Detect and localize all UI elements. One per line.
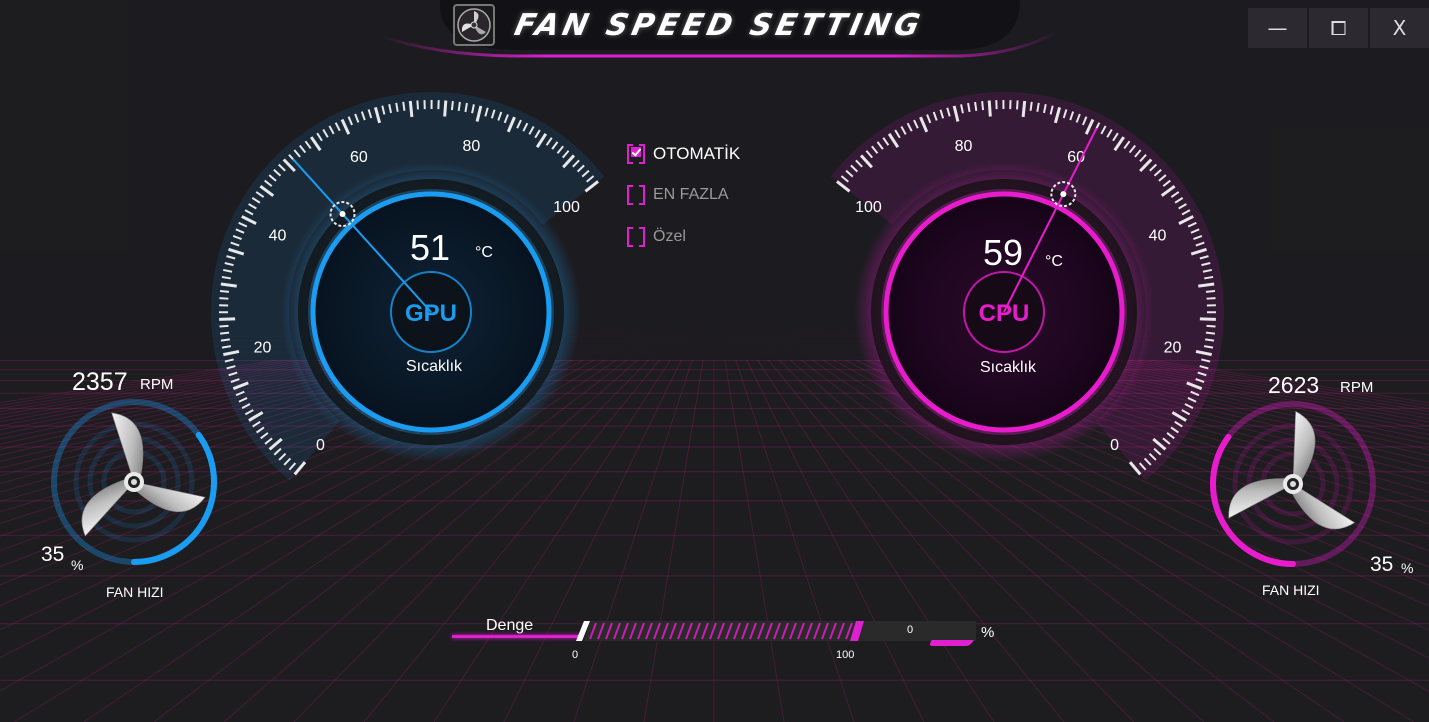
- mode-option-otomatik[interactable]: OTOMATİK: [627, 142, 740, 166]
- cpu-gauge: 020406080100CPU: [830, 92, 1224, 481]
- slider-min-label: 0: [572, 649, 579, 661]
- cpu-gauge-tick-label: 80: [955, 138, 973, 155]
- cpu-gauge-tick-label: 0: [1110, 437, 1119, 454]
- gpu-fan-rpm-unit: RPM: [140, 376, 174, 393]
- gpu-gauge-tick-label: 20: [254, 340, 272, 357]
- cpu-fan-label: FAN HIZI: [1262, 582, 1320, 598]
- mode-option-ozel[interactable]: Özel: [627, 225, 686, 249]
- close-button[interactable]: X: [1370, 8, 1429, 48]
- mode-option-label: Özel: [653, 228, 686, 245]
- cpu-temperature-label: Sıcaklık: [980, 359, 1037, 376]
- mode-option-label: EN FAZLA: [653, 186, 729, 203]
- cpu-temperature-value: 59: [983, 232, 1024, 273]
- fan-logo-icon: [457, 8, 491, 42]
- gpu-gauge-tick-label: 60: [350, 149, 368, 166]
- gpu-fan-percent-value: 35: [41, 543, 65, 566]
- cpu-fan: [1210, 401, 1376, 567]
- gpu-temperature-label: Sıcaklık: [406, 358, 463, 375]
- slider-max-label: 100: [836, 649, 855, 661]
- mode-option-en-fazla[interactable]: EN FAZLA: [627, 183, 729, 207]
- slider-unit: %: [981, 624, 995, 641]
- gpu-fan-percent-unit: %: [71, 557, 84, 573]
- app-title: FAN SPEED SETTING: [511, 8, 927, 43]
- gpu-gauge: 0 20 40 60 80 100 GPU: [211, 92, 605, 481]
- balance-slider[interactable]: [576, 621, 976, 641]
- gpu-gauge-chip-label: GPU: [405, 300, 457, 327]
- gauge-scene: 020406080100GPU020406080100CPU: [51, 0, 1376, 567]
- gpu-fan-label: FAN HIZI: [106, 584, 164, 600]
- ozel-checkbox[interactable]: [627, 227, 645, 247]
- gpu-temperature-value: 51: [410, 227, 451, 268]
- cpu-temperature-unit: °C: [1045, 253, 1063, 270]
- en-fazla-checkbox[interactable]: [627, 185, 645, 205]
- gpu-gauge-tick-label: 40: [269, 227, 287, 244]
- otomatik-checkbox[interactable]: [627, 144, 645, 164]
- mode-option-label: OTOMATİK: [653, 144, 741, 163]
- gpu-gauge-tick-label: 100: [553, 199, 580, 216]
- slider-label-underline: [452, 635, 582, 638]
- gpu-temperature-unit: °C: [475, 244, 493, 261]
- fan-blade-icon: [111, 412, 144, 483]
- gpu-gauge-tick-label: 80: [463, 138, 481, 155]
- cpu-fan-percent-value: 35: [1370, 553, 1394, 576]
- app-logo: [453, 4, 495, 46]
- gpu-fan: [51, 399, 217, 565]
- slider-value: 0: [907, 624, 914, 636]
- cpu-gauge-tick-label: 100: [855, 199, 882, 216]
- cpu-fan-rpm-unit: RPM: [1340, 379, 1374, 396]
- checkmark-icon: [631, 147, 641, 157]
- cpu-gauge-tick-label: 20: [1164, 340, 1182, 357]
- maximize-button[interactable]: ⧠: [1309, 8, 1368, 48]
- gpu-fan-rpm-value: 2357: [72, 368, 128, 396]
- cpu-fan-percent-unit: %: [1401, 560, 1414, 576]
- gpu-gauge-tick-label: 0: [316, 437, 325, 454]
- minimize-button[interactable]: —: [1248, 8, 1307, 48]
- slider-label: Denge: [486, 617, 534, 634]
- cpu-gauge-tick-label: 40: [1149, 227, 1167, 244]
- cpu-gauge-chip-label: CPU: [979, 300, 1030, 327]
- cpu-fan-rpm-value: 2623: [1268, 372, 1320, 398]
- slider-value-underline: [928, 640, 974, 646]
